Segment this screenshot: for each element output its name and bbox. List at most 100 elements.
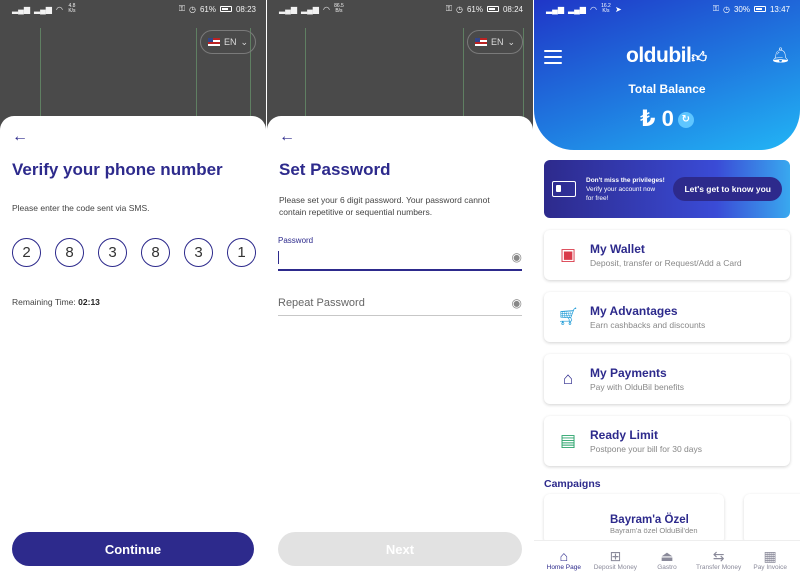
promo-banner[interactable]: Don't miss the privileges! Verify your a…: [544, 160, 790, 218]
repeat-password-field[interactable]: Repeat Password ◉: [278, 290, 522, 316]
promo-text: Don't miss the privileges! Verify your a…: [586, 176, 673, 203]
my-payments-card[interactable]: ⌂ My Payments Pay with OlduBil benefits: [544, 354, 790, 404]
clock: 13:47: [769, 4, 790, 14]
otp-input-row[interactable]: 2 8 3 8 3 1: [12, 238, 256, 267]
get-to-know-button[interactable]: Let's get to know you: [673, 177, 782, 201]
next-button[interactable]: Next: [278, 532, 522, 566]
otp-digit[interactable]: 2: [12, 238, 41, 267]
card-title: My Advantages: [590, 304, 678, 318]
otp-digit[interactable]: 1: [227, 238, 256, 267]
text-cursor: [278, 250, 279, 264]
net-speed: 86.5 B/s: [334, 3, 344, 14]
alarm-icon: ◷: [455, 4, 463, 14]
password-input[interactable]: ◉: [278, 245, 522, 271]
bottom-sheet: ← Set Password Please set your 6 digit p…: [267, 116, 533, 578]
eye-icon[interactable]: ◉: [512, 250, 522, 264]
divider-line: [523, 28, 524, 128]
battery-percent: 30%: [733, 4, 750, 14]
campaigns-heading: Campaigns: [544, 478, 601, 490]
screen-divider: [533, 0, 534, 578]
signal-icon: ▂▄▆: [546, 4, 564, 14]
nav-home[interactable]: ⌂ Home Page: [538, 541, 590, 578]
logo-text: oldubil: [626, 44, 692, 67]
language-selector[interactable]: EN ⌄: [467, 30, 523, 54]
card-subtitle: Earn cashbacks and discounts: [590, 320, 706, 330]
otp-digit[interactable]: 3: [184, 238, 213, 267]
menu-icon[interactable]: [544, 50, 562, 68]
balance-value-row: ₺ 0 ↻: [534, 106, 800, 132]
my-wallet-card[interactable]: ▣ My Wallet Deposit, transfer or Request…: [544, 230, 790, 280]
wifi-icon: ◠: [55, 4, 63, 14]
nav-transfer-money[interactable]: ⇆ Transfer Money: [693, 541, 745, 578]
alarm-icon: ◷: [722, 4, 730, 14]
battery-percent: 61%: [199, 4, 216, 14]
card-subtitle: Deposit, transfer or Request/Add a Card: [590, 258, 742, 268]
telegram-icon: ➤: [614, 4, 622, 14]
store-icon: ⌂: [562, 369, 574, 388]
cart-icon: 🛒︎: [557, 307, 579, 326]
nav-deposit-money[interactable]: ⊞ Deposit Money: [590, 541, 642, 578]
card-title: My Wallet: [590, 242, 645, 256]
my-advantages-card[interactable]: 🛒︎ My Advantages Earn cashbacks and disc…: [544, 292, 790, 342]
screen-divider: [266, 0, 267, 578]
key-icon: ⚿: [178, 4, 185, 13]
alarm-icon: ◷: [188, 4, 196, 14]
divider-line: [463, 28, 464, 128]
ready-limit-card[interactable]: ▤ Ready Limit Postpone your bill for 30 …: [544, 416, 790, 466]
campaign-card[interactable]: Bayram'a Özel Bayram'a özel OlduBil'den: [544, 494, 724, 544]
battery-icon: [219, 6, 232, 12]
chevron-down-icon: ⌄: [507, 36, 516, 47]
bell-icon[interactable]: 🔔︎: [771, 46, 790, 64]
status-bar: ▂▄▆ ▂▄▆ ◠ 16.2 K/s ➤ ⚿ ◷ 30% 13:47: [534, 0, 800, 18]
chevron-down-icon: ⌄: [240, 36, 249, 47]
continue-button[interactable]: Continue: [12, 532, 254, 566]
signal-icon: ▂▄▆: [33, 4, 52, 14]
nav-pay-invoice[interactable]: ▦ Pay Invoice: [744, 541, 796, 578]
back-arrow-icon[interactable]: ←: [279, 128, 295, 146]
nav-label: Pay Invoice: [753, 564, 787, 571]
instruction-text: Please set your 6 digit password. Your p…: [279, 195, 490, 217]
otp-digit[interactable]: 3: [98, 238, 127, 267]
refresh-icon[interactable]: ↻: [677, 112, 694, 129]
net-speed: 4.8 K/s: [68, 3, 76, 14]
home-screen: ▂▄▆ ▂▄▆ ◠ 16.2 K/s ➤ ⚿ ◷ 30% 13:47 oldub…: [534, 0, 800, 578]
wifi-icon: ◠: [322, 4, 330, 14]
bottom-navigation: ⌂ Home Page ⊞ Deposit Money ⏏ Gastro ⇆ T…: [534, 540, 800, 578]
divider-line: [196, 28, 197, 128]
nav-label: Gastro: [657, 564, 677, 571]
nav-label: Home Page: [546, 564, 581, 571]
page-title: Verify your phone number: [12, 160, 223, 179]
dimmed-backdrop: EN ⌄: [0, 0, 266, 130]
instruction-text: Please enter the code sent via SMS.: [12, 203, 150, 213]
signal-icon: ▂▄▆: [279, 4, 297, 14]
promo-line: Verify your account now: [586, 185, 656, 193]
back-arrow-icon[interactable]: ←: [12, 128, 28, 146]
id-card-icon: [552, 181, 576, 197]
repeat-password-placeholder: Repeat Password: [278, 296, 365, 309]
clock: 08:23: [235, 4, 256, 14]
oldubil-logo: oldubil👍︎: [626, 44, 707, 68]
otp-digit[interactable]: 8: [141, 238, 170, 267]
page-title: Set Password: [279, 160, 391, 179]
eye-icon[interactable]: ◉: [512, 296, 522, 310]
nav-gastro[interactable]: ⏏ Gastro: [641, 541, 693, 578]
balance-value: ₺ 0: [640, 106, 674, 131]
bottom-sheet: ← Verify your phone number Please enter …: [0, 116, 266, 578]
language-selector[interactable]: EN ⌄: [200, 30, 256, 54]
divider-line: [305, 28, 306, 128]
net-speed: 16.2 K/s: [601, 3, 611, 14]
nav-label: Deposit Money: [593, 564, 638, 571]
nav-label: Transfer Money: [695, 564, 742, 571]
flag-icon: [474, 38, 487, 46]
password-label: Password: [278, 236, 314, 245]
thumbs-up-icon: 👍︎: [691, 49, 707, 66]
campaign-card[interactable]: [744, 494, 800, 544]
repeat-password-input[interactable]: Repeat Password ◉: [278, 290, 522, 316]
language-label: EN: [223, 37, 237, 47]
card-subtitle: Postpone your bill for 30 days: [590, 444, 702, 454]
password-field[interactable]: Password ◉: [278, 236, 522, 271]
signal-icon: ▂▄▆: [300, 4, 319, 14]
battery-icon: [753, 6, 766, 12]
otp-digit[interactable]: 8: [55, 238, 84, 267]
wallet-icon: ▣: [559, 245, 577, 264]
